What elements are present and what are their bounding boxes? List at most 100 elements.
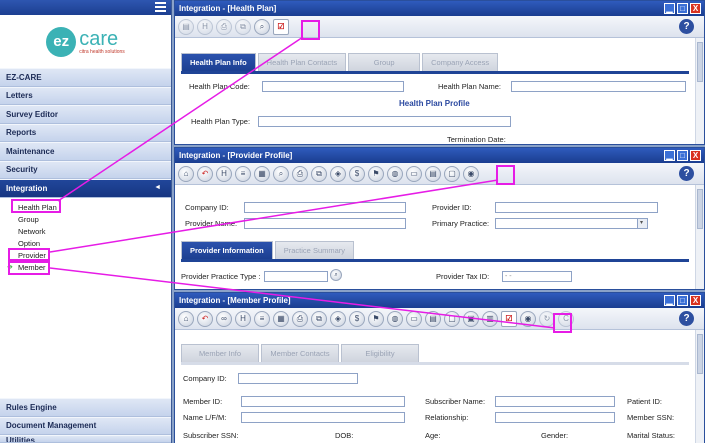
chevron-down-icon[interactable]: ▾: [637, 218, 648, 229]
provider-id-input[interactable]: [495, 202, 658, 213]
lookup-icon[interactable]: ⌕: [330, 269, 342, 281]
tab-member-info[interactable]: Member Info: [181, 344, 259, 362]
copy-icon[interactable]: ⧉: [235, 18, 251, 35]
tab-health-plan-info[interactable]: Health Plan Info: [181, 53, 256, 71]
nav-item-utilities[interactable]: Utilities: [0, 435, 171, 443]
help-icon[interactable]: ?: [679, 166, 694, 181]
health-plan-type-input[interactable]: [258, 116, 511, 127]
primary-practice-select[interactable]: [495, 218, 638, 229]
window-icon[interactable]: ▢: [444, 310, 460, 327]
nav-item-survey-editor[interactable]: Survey Editor: [0, 105, 171, 124]
scrollbar[interactable]: [695, 330, 704, 443]
dollar-icon[interactable]: $: [349, 165, 365, 182]
tag-icon[interactable]: ◈: [330, 165, 346, 182]
undo-icon[interactable]: ↶: [197, 310, 213, 327]
nav-item-letters[interactable]: Letters: [0, 86, 171, 105]
grid-icon[interactable]: ▦: [273, 310, 289, 327]
close-icon[interactable]: X: [690, 3, 701, 14]
scrollbar[interactable]: [695, 185, 704, 289]
print-icon[interactable]: ⎙: [216, 18, 232, 35]
tab-company-access[interactable]: Company Access: [422, 53, 499, 71]
help-icon[interactable]: ?: [679, 19, 694, 34]
minimize-icon[interactable]: ▁: [664, 150, 675, 161]
history-icon[interactable]: H: [197, 18, 213, 35]
minimize-icon[interactable]: ▁: [664, 295, 675, 306]
home-icon[interactable]: ⌂: [178, 310, 194, 327]
search-icon[interactable]: ⌕: [273, 165, 289, 182]
undo-icon[interactable]: ↶: [197, 165, 213, 182]
print-icon[interactable]: ⎙: [292, 310, 308, 327]
tab-eligibility[interactable]: Eligibility: [341, 344, 419, 362]
checklist-icon[interactable]: ☑: [501, 310, 517, 327]
view-icon[interactable]: ◉: [463, 165, 479, 182]
copy-icon[interactable]: ⧉: [311, 310, 327, 327]
nav-item-maintenance[interactable]: Maintenance: [0, 142, 171, 161]
submenu-group[interactable]: Group: [18, 214, 171, 226]
checklist-icon[interactable]: ☑: [273, 18, 289, 35]
company-id-input[interactable]: [244, 202, 406, 213]
clipboard-icon[interactable]: ▥: [482, 310, 498, 327]
maximize-icon[interactable]: □: [677, 150, 688, 161]
dollar-icon[interactable]: $: [349, 310, 365, 327]
hamburger-menu-icon[interactable]: [155, 2, 166, 12]
list-icon[interactable]: ≡: [254, 310, 270, 327]
name-lfm-input[interactable]: [241, 412, 405, 423]
globe-icon[interactable]: ◍: [387, 310, 403, 327]
health-plan-name-input[interactable]: [511, 81, 686, 92]
help-icon[interactable]: ?: [679, 311, 694, 326]
minimize-icon[interactable]: ▁: [664, 3, 675, 14]
nav-item-ez-care[interactable]: EZ-CARE: [0, 68, 171, 87]
binoculars-icon[interactable]: ∞: [216, 310, 232, 327]
folder-icon[interactable]: ▭: [406, 310, 422, 327]
nav-item-integration[interactable]: Integration ◄: [0, 179, 171, 198]
print-icon[interactable]: ⎙: [292, 165, 308, 182]
flag-icon[interactable]: ⚑: [368, 165, 384, 182]
member-id-input[interactable]: [241, 396, 405, 407]
provider-tax-id-input[interactable]: - -: [502, 271, 572, 282]
collapse-arrow-icon: ◄: [154, 184, 161, 191]
maximize-icon[interactable]: □: [677, 295, 688, 306]
view-icon[interactable]: ◉: [520, 310, 536, 327]
calendar-icon[interactable]: ▣: [463, 310, 479, 327]
close-icon[interactable]: X: [690, 150, 701, 161]
practice-type-label: Provider Practice Type :: [181, 272, 261, 281]
relationship-input[interactable]: [495, 412, 615, 423]
history-icon[interactable]: H: [235, 310, 251, 327]
window-icon[interactable]: ▢: [444, 165, 460, 182]
list-icon[interactable]: ≡: [235, 165, 251, 182]
copy-icon[interactable]: ⧉: [311, 165, 327, 182]
submenu-network[interactable]: Network: [18, 226, 171, 238]
notes-icon[interactable]: ▤: [425, 310, 441, 327]
termination-date-label: Termination Date:: [447, 135, 506, 144]
tab-practice-summary[interactable]: Practice Summary: [274, 241, 355, 259]
subscriber-name-input[interactable]: [495, 396, 615, 407]
company-id-input[interactable]: [238, 373, 358, 384]
practice-type-input[interactable]: [264, 271, 328, 282]
tag-icon[interactable]: ◈: [330, 310, 346, 327]
history-icon[interactable]: H: [216, 165, 232, 182]
nav-item-reports[interactable]: Reports: [0, 123, 171, 142]
flag-icon[interactable]: ⚑: [368, 310, 384, 327]
nav-item-security[interactable]: Security: [0, 160, 171, 179]
member-profile-window: Integration - [Member Profile] ▁ □ X ⌂ ↶…: [174, 292, 705, 443]
maximize-icon[interactable]: □: [677, 3, 688, 14]
subscriber-name-label: Subscriber Name:: [425, 397, 486, 406]
nav-item-document-management[interactable]: Document Management: [0, 416, 171, 435]
provider-name-input[interactable]: [244, 218, 406, 229]
close-icon[interactable]: X: [690, 295, 701, 306]
tab-group[interactable]: Group: [348, 53, 421, 71]
folder-icon[interactable]: ▭: [406, 165, 422, 182]
tab-provider-information[interactable]: Provider Information: [181, 241, 273, 259]
tab-health-plan-contacts[interactable]: Health Plan Contacts: [257, 53, 347, 71]
home-icon[interactable]: ⌂: [178, 165, 194, 182]
nav-item-rules-engine[interactable]: Rules Engine: [0, 398, 171, 417]
health-plan-name-label: Health Plan Name:: [438, 82, 501, 91]
notes-icon[interactable]: ▤: [425, 165, 441, 182]
search-icon[interactable]: ⌕: [254, 18, 270, 35]
grid-icon[interactable]: ▦: [254, 165, 270, 182]
health-plan-code-input[interactable]: [262, 81, 404, 92]
globe-icon[interactable]: ◍: [387, 165, 403, 182]
scrollbar[interactable]: [695, 38, 704, 144]
save-icon[interactable]: ▤: [178, 18, 194, 35]
tab-member-contacts[interactable]: Member Contacts: [261, 344, 339, 362]
